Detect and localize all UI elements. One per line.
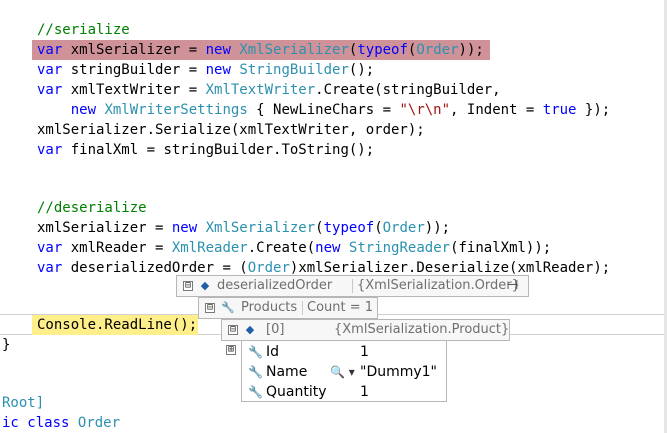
comment-serialize: //serialize xyxy=(37,22,130,38)
object-icon: ◆ xyxy=(200,279,210,292)
expand-icon[interactable]: ⊞ xyxy=(226,345,236,355)
code-line-5[interactable]: xmlSerializer.Serialize(xmlTextWriter, o… xyxy=(37,120,425,140)
property-row-id[interactable]: 🔧 Id 1 xyxy=(242,342,446,362)
datatip-products[interactable]: ⊟ 🔧 Products Count = 1 xyxy=(198,297,378,319)
collapse-icon[interactable]: ⊟ xyxy=(183,281,193,291)
datatip-value: Count = 1 xyxy=(307,300,374,315)
datatip-deserialized-order[interactable]: ⊟ ◆ deserializedOrder {XmlSerialization.… xyxy=(176,275,529,297)
code-line-10[interactable]: Console.ReadLine(); xyxy=(37,315,197,335)
property-name: Id xyxy=(266,344,280,360)
datatip-separator xyxy=(302,301,303,315)
code-line-6[interactable]: var finalXml = stringBuilder.ToString(); xyxy=(37,140,374,160)
property-name: Quantity xyxy=(266,384,327,400)
wrench-icon: 🔧 xyxy=(248,365,263,379)
code-line-2[interactable]: var stringBuilder = new StringBuilder(); xyxy=(37,60,374,80)
datatip-properties[interactable]: 🔧 Id 1 🔧 Name 🔍 ▾ "Dummy1" 🔧 Quantity 1 xyxy=(241,340,447,402)
datatip-value: {XmlSerialization.Order} xyxy=(357,278,520,293)
property-row-name[interactable]: 🔧 Name 🔍 ▾ "Dummy1" xyxy=(242,362,446,382)
collapse-icon[interactable]: ⊟ xyxy=(228,325,238,335)
datatip-name: [0] xyxy=(266,322,285,337)
property-name: Name xyxy=(266,364,308,380)
datatip-name: Products xyxy=(241,300,298,315)
code-editor[interactable]: //serialize var xmlSerializer = new XmlS… xyxy=(0,0,664,433)
code-line-3[interactable]: var xmlTextWriter = XmlTextWriter.Create… xyxy=(37,80,501,100)
object-icon: ◆ xyxy=(245,323,255,336)
property-value[interactable]: 1 xyxy=(360,382,369,402)
code-line-12[interactable]: Root] xyxy=(2,393,44,413)
property-value[interactable]: "Dummy1" xyxy=(360,362,437,382)
code-line-4[interactable]: new XmlWriterSettings { NewLineChars = "… xyxy=(37,100,610,120)
wrench-icon: 🔧 xyxy=(248,385,263,399)
code-line-13[interactable]: ic class Order xyxy=(2,413,120,433)
wrench-icon: 🔧 xyxy=(221,301,235,314)
datatip-name: deserializedOrder xyxy=(217,278,333,293)
code-line-7[interactable]: xmlSerializer = new XmlSerializer(typeof… xyxy=(37,218,450,238)
datatip-value: {XmlSerialization.Product} xyxy=(334,322,510,337)
code-line-8[interactable]: var xmlReader = XmlReader.Create(new Str… xyxy=(37,238,551,258)
code-line-11[interactable]: } xyxy=(2,335,10,355)
code-line-1[interactable]: var xmlSerializer = new XmlSerializer(ty… xyxy=(37,40,484,60)
property-row-quantity[interactable]: 🔧 Quantity 1 xyxy=(242,382,446,402)
wrench-icon: 🔧 xyxy=(248,345,263,359)
datatip-item-0[interactable]: ⊟ ◆ [0] {XmlSerialization.Product} xyxy=(221,319,510,341)
comment-deserialize: //deserialize xyxy=(37,200,147,216)
collapse-icon[interactable]: ⊟ xyxy=(205,303,215,313)
text-visualizer-icon[interactable]: 🔍 ▾ xyxy=(330,362,355,382)
property-value[interactable]: 1 xyxy=(360,342,369,362)
pin-icon[interactable]: ⊣ xyxy=(507,276,518,296)
datatip-separator xyxy=(352,279,353,293)
